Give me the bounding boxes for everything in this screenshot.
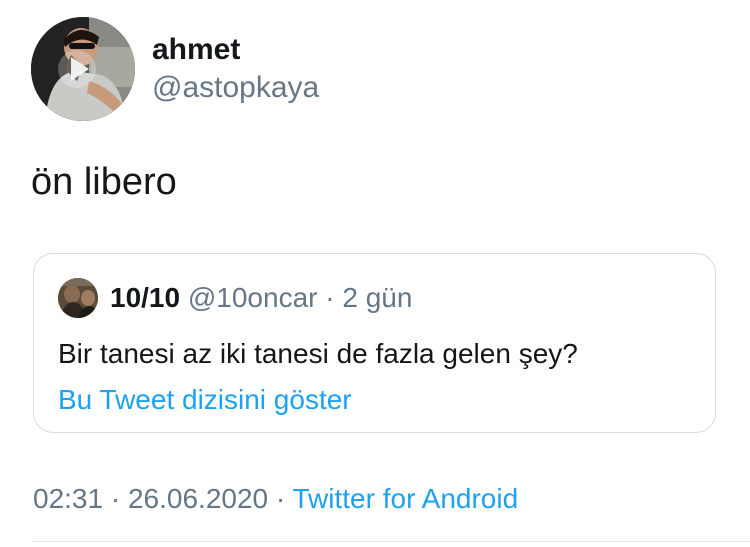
author-avatar[interactable] (31, 17, 135, 121)
profile-photo-with-play-icon (31, 17, 135, 121)
author-name[interactable]: ahmet (152, 33, 240, 67)
divider (33, 541, 750, 542)
author-handle[interactable]: @astopkaya (152, 71, 319, 105)
meta-separator: · (275, 483, 286, 514)
quoted-author-name[interactable]: 10/10 (110, 282, 180, 313)
quoted-author-avatar[interactable] (58, 278, 98, 318)
tweet-date[interactable]: 26.06.2020 (128, 483, 268, 514)
quoted-separator: · (325, 282, 335, 313)
show-thread-link[interactable]: Bu Tweet dizisini göster (58, 383, 352, 417)
tweet-time[interactable]: 02:31 (33, 483, 103, 514)
tweet-metadata: 02:31 · 26.06.2020 · Twitter for Android (33, 482, 518, 516)
tweet-source-link[interactable]: Twitter for Android (293, 483, 519, 514)
quoted-author-handle[interactable]: @10oncar (188, 282, 318, 313)
meta-separator: · (110, 483, 121, 514)
quoted-tweet-text: Bir tanesi az iki tanesi de fazla gelen … (58, 338, 578, 369)
tweet-text: ön libero (31, 161, 177, 203)
quoted-timestamp[interactable]: 2 gün (342, 282, 412, 313)
quoted-avatar-photo (58, 278, 98, 318)
quoted-tweet-header: 10/10 @10oncar · 2 gün (110, 282, 412, 314)
quoted-tweet-card[interactable]: 10/10 @10oncar · 2 gün Bir tanesi az iki… (33, 253, 716, 433)
